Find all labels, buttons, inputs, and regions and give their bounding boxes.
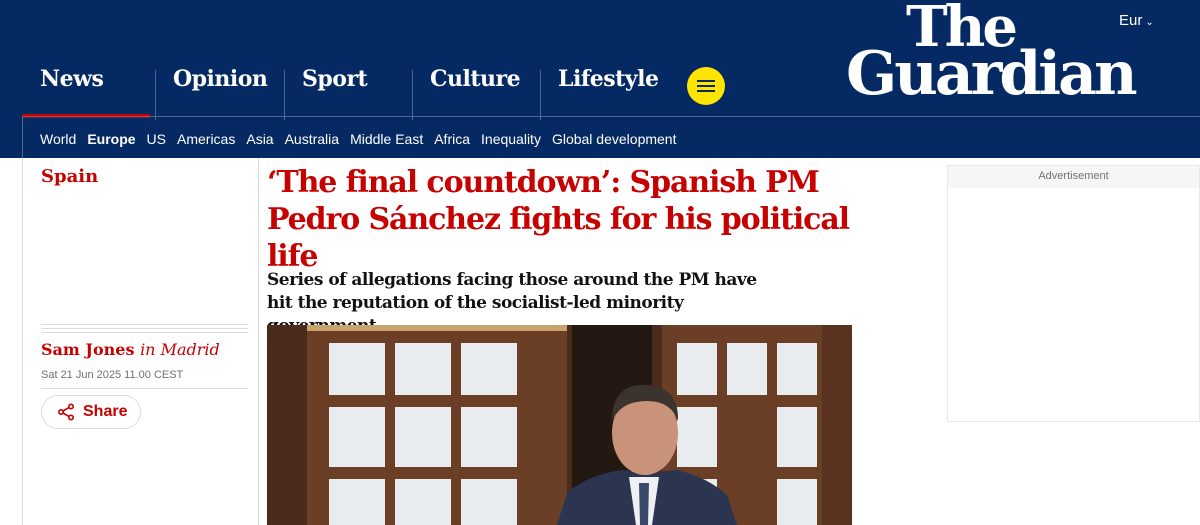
pillar-divider [155, 70, 156, 120]
pillar-opinion[interactable]: Opinion [155, 66, 268, 120]
byline: Sam Jones in Madrid [41, 340, 220, 359]
pillar-label: Lifestyle [558, 66, 659, 92]
subnav-item-middle-east[interactable]: Middle East [350, 131, 423, 147]
menu-button[interactable] [687, 67, 725, 105]
chevron-down-icon: ⌄ [1145, 17, 1154, 28]
logo-line-2: Guardian [846, 39, 1138, 109]
meta-divider-2 [41, 388, 248, 389]
pillar-divider [412, 70, 413, 120]
advertisement-label: Advertisement [948, 166, 1199, 188]
subnav-item-europe[interactable]: Europe [87, 131, 135, 147]
hero-image [267, 325, 852, 525]
hamburger-icon-line [697, 85, 715, 87]
subnav-item-asia[interactable]: Asia [246, 131, 273, 147]
subnav-item-americas[interactable]: Americas [177, 131, 235, 147]
pillar-label: Sport [302, 66, 368, 92]
advertisement-slot[interactable]: Advertisement [947, 165, 1200, 422]
subnav-item-africa[interactable]: Africa [434, 131, 470, 147]
pillar-culture[interactable]: Culture [412, 66, 521, 120]
subnav-item-us[interactable]: US [147, 131, 166, 147]
byline-location: in Madrid [140, 340, 220, 359]
publish-date[interactable]: Sat 21 Jun 2025 11.00 CEST [41, 369, 183, 381]
meta-divider [41, 324, 248, 336]
subnav-item-australia[interactable]: Australia [285, 131, 339, 147]
subnav-divider [22, 116, 1200, 117]
author-link[interactable]: Sam Jones [41, 340, 134, 359]
hero-photo [267, 325, 852, 525]
subnav-vertical-divider [22, 116, 23, 158]
pillar-news[interactable]: News [22, 66, 150, 118]
pillar-divider [284, 70, 285, 120]
hamburger-icon [697, 80, 715, 82]
subnav-item-inequality[interactable]: Inequality [481, 131, 541, 147]
guardian-logo[interactable]: The Guardian [846, 0, 1138, 109]
headline: ‘The final countdown’: Spanish PM Pedro … [267, 165, 850, 274]
share-label: Share [83, 403, 128, 420]
pillar-lifestyle[interactable]: Lifestyle [540, 66, 659, 120]
hamburger-icon-line [697, 90, 715, 92]
section-tag[interactable]: Spain [41, 166, 98, 187]
pillar-label: News [40, 66, 104, 92]
pillar-sport[interactable]: Sport [284, 66, 368, 120]
share-icon [57, 403, 75, 421]
pillar-label: Culture [430, 66, 521, 92]
subnav: World Europe US Americas Asia Australia … [40, 131, 687, 147]
masthead: Eur ⌄ The Guardian News Opinion Sport Cul… [0, 0, 1200, 158]
pillar-label: Opinion [173, 66, 268, 92]
subnav-item-global-development[interactable]: Global development [552, 131, 677, 147]
share-button[interactable]: Share [41, 395, 141, 429]
left-column-rule [22, 158, 23, 525]
content-column-rule [258, 158, 259, 525]
pillar-divider [540, 70, 541, 120]
subnav-item-world[interactable]: World [40, 131, 76, 147]
